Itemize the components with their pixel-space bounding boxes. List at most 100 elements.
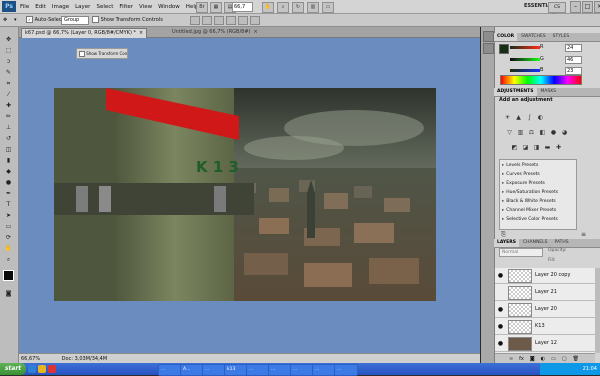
menu-select[interactable]: Select xyxy=(96,4,113,10)
tool-preset-icon[interactable]: ▾ xyxy=(14,16,17,24)
move-tool-icon[interactable]: ✥ xyxy=(3,35,14,44)
eyedropper-tool-icon[interactable]: ⁄ xyxy=(3,90,14,99)
align-bottom-icon[interactable] xyxy=(214,16,224,25)
layer-row[interactable]: ● Layer 12 xyxy=(495,336,595,352)
menu-window[interactable]: Window xyxy=(158,4,180,10)
folder-icon[interactable] xyxy=(38,365,46,373)
preset-curves[interactable]: ▸ Curves Presets xyxy=(502,171,540,179)
taskbar-button[interactable]: ... xyxy=(246,364,270,376)
dodge-tool-icon[interactable]: ● xyxy=(3,178,14,187)
bridge-icon[interactable]: Br xyxy=(196,2,208,13)
align-hcenter-icon[interactable] xyxy=(238,16,248,25)
tab-masks[interactable]: MASKS xyxy=(538,88,560,96)
color-channel-r-value[interactable]: 24 xyxy=(565,44,582,52)
new-layer-icon[interactable]: ▢ xyxy=(562,354,567,363)
healing-brush-tool-icon[interactable]: ✚ xyxy=(3,101,14,110)
color-balance-icon[interactable]: ⚖ xyxy=(528,129,535,136)
color-spectrum-ramp[interactable] xyxy=(500,75,582,85)
tab-color[interactable]: COLOR xyxy=(494,33,518,41)
shape-tool-icon[interactable]: ▭ xyxy=(3,222,14,231)
tab-channels[interactable]: CHANNELS xyxy=(520,239,551,247)
menu-layer[interactable]: Layer xyxy=(75,4,90,10)
quick-select-tool-icon[interactable]: ✎ xyxy=(3,68,14,77)
preset-hue-saturation[interactable]: ▸ Hue/Saturation Presets xyxy=(502,189,558,197)
opacity-label[interactable]: Opacity: xyxy=(548,248,567,253)
taskbar-button[interactable]: ... xyxy=(334,364,358,376)
selective-color-icon[interactable]: ✚ xyxy=(555,144,562,151)
zoom-level-field[interactable]: 66,7 xyxy=(232,2,253,12)
link-layers-icon[interactable]: ∞ xyxy=(509,354,513,363)
align-right-icon[interactable] xyxy=(250,16,260,25)
photo-filter-icon[interactable]: ● xyxy=(550,129,557,136)
gradient-tool-icon[interactable]: ▮ xyxy=(3,156,14,165)
cs-live-button[interactable]: CS Live xyxy=(548,2,566,19)
arrange-documents-icon[interactable]: ▥ xyxy=(307,2,319,13)
layer-row[interactable]: ● Layer 21 xyxy=(495,285,595,301)
clone-stamp-tool-icon[interactable]: ⊥ xyxy=(3,123,14,132)
vibrance-icon[interactable]: ▽ xyxy=(506,129,513,136)
tab-k67-psd[interactable]: k67.psd @ 66,7% (Layer 0, RGB/8#/CMYK) *… xyxy=(21,28,148,38)
eraser-tool-icon[interactable]: ◫ xyxy=(3,145,14,154)
history-icon[interactable] xyxy=(483,31,494,42)
taskbar-button[interactable]: ... xyxy=(290,364,314,376)
color-channel-b-slider[interactable] xyxy=(510,69,540,72)
menu-file[interactable]: File xyxy=(20,4,29,10)
tab-paths[interactable]: PATHS xyxy=(552,239,572,247)
tab-swatches[interactable]: SWATCHES xyxy=(518,33,549,41)
maximize-icon[interactable]: □ xyxy=(582,1,593,13)
close-tab-icon[interactable]: × xyxy=(139,30,143,36)
zoom-tool-icon[interactable]: ⌕ xyxy=(3,255,14,264)
add-mask-icon[interactable]: ◙ xyxy=(530,354,535,363)
gradient-map-icon[interactable]: ▬ xyxy=(544,144,551,151)
layers-scrollbar[interactable] xyxy=(595,268,600,353)
blur-tool-icon[interactable]: ◆ xyxy=(3,167,14,176)
history-brush-tool-icon[interactable]: ↺ xyxy=(3,134,14,143)
tab-untitled-jpg[interactable]: Untitled.jpg @ 66,7% (RGB/8#) × xyxy=(169,28,261,37)
auto-select-dropdown[interactable]: Group xyxy=(61,16,89,25)
color-channel-r-slider[interactable] xyxy=(510,46,540,49)
tab-layers[interactable]: LAYERS xyxy=(494,239,519,247)
preset-black-white[interactable]: ▸ Black & White Presets xyxy=(502,198,556,206)
invert-icon[interactable]: ◩ xyxy=(511,144,518,151)
rotate-view-icon[interactable]: ↻ xyxy=(292,2,304,13)
quick-mask-icon[interactable]: ◙ xyxy=(3,289,14,298)
black-white-icon[interactable]: ◧ xyxy=(539,129,546,136)
start-button[interactable]: start xyxy=(0,363,26,375)
new-group-icon[interactable]: ▭ xyxy=(551,354,556,363)
levels-icon[interactable]: ▲ xyxy=(515,114,522,121)
menu-edit[interactable]: Edit xyxy=(35,4,46,10)
clip-layer-icon[interactable]: ⎘ xyxy=(500,231,507,238)
align-vcenter-icon[interactable] xyxy=(202,16,212,25)
color-channel-b-value[interactable]: 23 xyxy=(565,67,582,75)
menu-image[interactable]: Image xyxy=(52,4,69,10)
path-select-tool-icon[interactable]: ➤ xyxy=(3,211,14,220)
taskbar-button[interactable]: ... xyxy=(158,364,182,376)
new-adjustment-icon[interactable]: ◐ xyxy=(541,354,545,363)
brightness-contrast-icon[interactable]: ☀ xyxy=(504,114,511,121)
show-transform-checkbox[interactable] xyxy=(92,16,99,23)
lasso-tool-icon[interactable]: ↄ xyxy=(3,57,14,66)
menu-view[interactable]: View xyxy=(139,4,152,10)
menu-filter[interactable]: Filter xyxy=(119,4,133,10)
foreground-color-swatch[interactable] xyxy=(3,270,14,281)
exposure-icon[interactable]: ◐ xyxy=(537,114,544,121)
taskbar-button[interactable]: ... xyxy=(202,364,226,376)
status-zoom[interactable]: 66,67% xyxy=(21,356,40,362)
visibility-eye-icon[interactable]: ● xyxy=(497,340,504,347)
threshold-icon[interactable]: ◨ xyxy=(533,144,540,151)
move-tool-icon[interactable]: ✥ xyxy=(3,16,7,24)
app-icon[interactable] xyxy=(48,365,56,373)
color-panel-swatch[interactable] xyxy=(499,44,509,54)
browser-icon[interactable] xyxy=(28,365,36,373)
close-icon[interactable]: × xyxy=(594,1,600,13)
taskbar-button[interactable]: k13 xyxy=(224,364,248,376)
hand-tool-icon[interactable]: ✋ xyxy=(3,244,14,253)
3d-rotate-tool-icon[interactable]: ⟳ xyxy=(3,233,14,242)
color-channel-g-value[interactable]: 46 xyxy=(565,56,582,64)
preset-exposure[interactable]: ▸ Exposure Presets xyxy=(502,180,545,188)
tab-adjustments[interactable]: ADJUSTMENTS xyxy=(494,88,537,96)
align-top-icon[interactable] xyxy=(190,16,200,25)
tab-styles[interactable]: STYLES xyxy=(550,33,573,41)
preset-levels[interactable]: ▸ Levels Presets xyxy=(502,162,538,170)
visibility-eye-icon[interactable]: ● xyxy=(497,323,504,330)
